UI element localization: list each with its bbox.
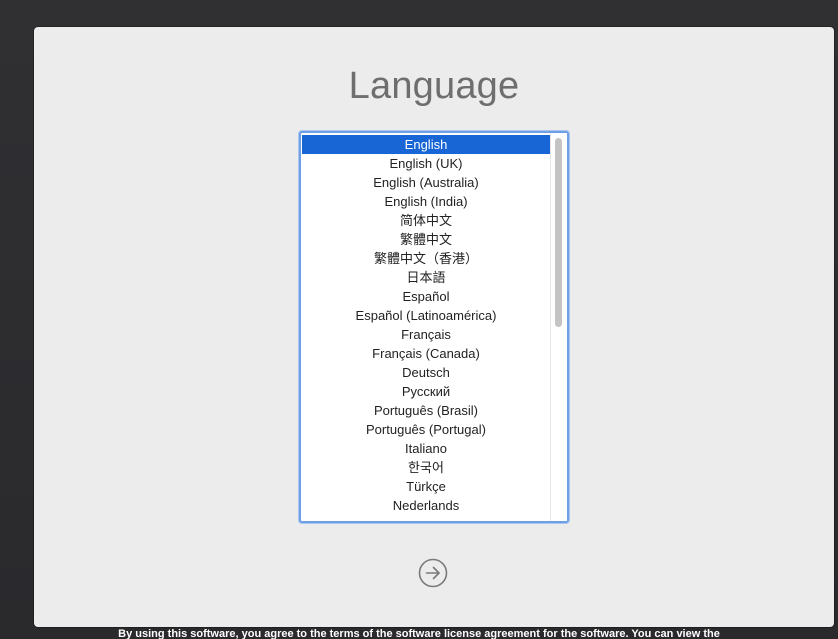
language-list-frame[interactable]: English English (UK) English (Australia) En…: [299, 131, 569, 523]
language-list-item[interactable]: 한국어: [302, 458, 550, 477]
language-list[interactable]: English English (UK) English (Australia) En…: [302, 135, 550, 517]
language-list-item[interactable]: Русский: [302, 382, 550, 401]
continue-button[interactable]: [418, 558, 448, 588]
language-list-item[interactable]: Português (Portugal): [302, 420, 550, 439]
language-list-item[interactable]: 繁體中文: [302, 230, 550, 249]
language-list-item[interactable]: English (India): [302, 192, 550, 211]
language-list-item[interactable]: Italiano: [302, 439, 550, 458]
setup-panel: Language English English (UK) English (Aus…: [34, 27, 834, 627]
language-list-item[interactable]: English: [302, 135, 550, 154]
language-list-item[interactable]: Español: [302, 287, 550, 306]
arrow-right-circle-icon: [418, 558, 448, 588]
language-list-item[interactable]: English (Australia): [302, 173, 550, 192]
page-title: Language: [348, 65, 520, 107]
license-notice: By using this software, you agree to the…: [118, 628, 720, 639]
language-list-item[interactable]: Nederlands: [302, 496, 550, 515]
language-list-item[interactable]: Français (Canada): [302, 344, 550, 363]
language-list-item[interactable]: 繁體中文（香港）: [302, 249, 550, 268]
language-list-scrollbar[interactable]: [550, 133, 567, 521]
desktop-background: Language English English (UK) English (Aus…: [0, 0, 838, 639]
language-list-item[interactable]: 日本語: [302, 268, 550, 287]
language-list-item[interactable]: Türkçe: [302, 477, 550, 496]
language-list-item[interactable]: Français: [302, 325, 550, 344]
language-list-item[interactable]: Español (Latinoamérica): [302, 306, 550, 325]
language-list-item[interactable]: Português (Brasil): [302, 401, 550, 420]
language-list-item[interactable]: Deutsch: [302, 363, 550, 382]
language-list-item[interactable]: English (UK): [302, 154, 550, 173]
scrollbar-thumb[interactable]: [555, 138, 562, 327]
language-list-item[interactable]: 简体中文: [302, 211, 550, 230]
